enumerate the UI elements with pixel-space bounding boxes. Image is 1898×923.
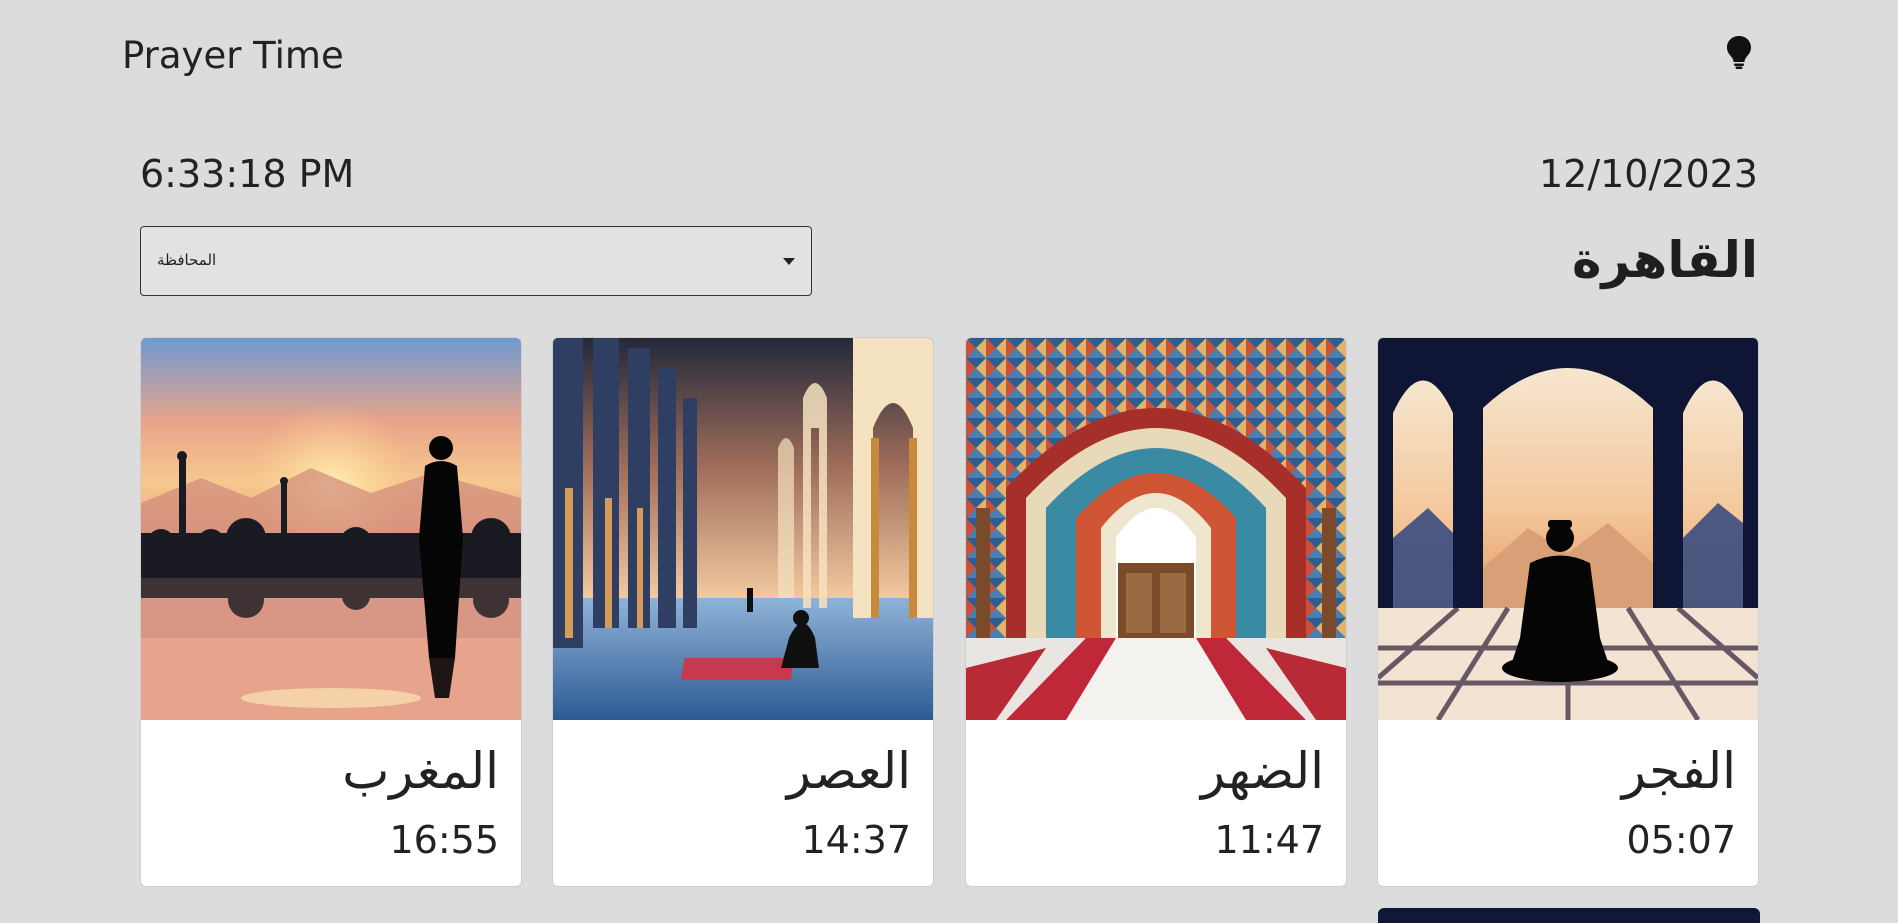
governorate-select-value: المحافظة [157,251,217,269]
prayer-time: 16:55 [389,818,499,862]
prayer-card-asr: العصر 14:37 [552,337,934,887]
sunset-mosque-image [141,338,521,720]
mosque-arch-image [966,338,1346,720]
chevron-down-icon [783,258,795,265]
prayer-card-next-peek [1378,908,1760,923]
prayer-time: 11:47 [1214,818,1324,862]
prayer-name: الفجر [1621,742,1736,800]
city-title: القاهرة [1572,231,1758,289]
theme-toggle-button[interactable] [1722,30,1756,74]
lightbulb-icon [1727,36,1751,69]
prayer-name: العصر [786,742,911,800]
prayer-card-fajr: الفجر 05:07 [1377,337,1759,887]
brand-link[interactable]: Prayer Time [122,34,344,78]
prayer-card-maghrib: المغرب 16:55 [140,337,522,887]
current-time: 6:33:18 PM [140,152,355,196]
prayer-time: 05:07 [1626,818,1736,862]
prayer-name: المغرب [342,742,499,800]
prayer-name: الضهر [1200,742,1324,800]
prayer-card-dhuhr: الضهر 11:47 [965,337,1347,887]
governorate-select[interactable]: المحافظة [140,226,812,296]
mosque-colonnade-image [553,338,933,720]
current-date: 12/10/2023 [1538,152,1758,196]
prayer-time: 14:37 [801,818,911,862]
navbar: Prayer Time [0,0,1898,112]
praying-silhouette-image [1378,338,1758,720]
